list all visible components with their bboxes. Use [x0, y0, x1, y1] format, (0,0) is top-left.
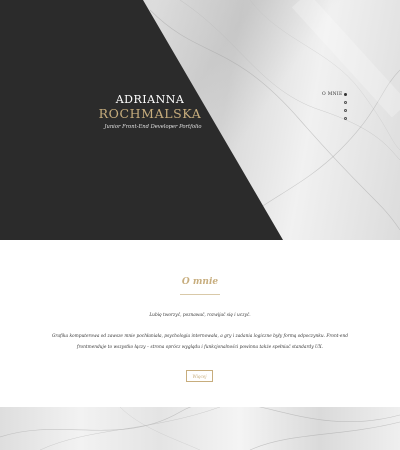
hero-section: ADRIANNA ROCHMALSKA Junior Front-End Dev…	[0, 0, 400, 240]
hero-first-name: ADRIANNA	[115, 93, 185, 106]
nav-item-3[interactable]	[322, 108, 350, 116]
nav-dot[interactable]	[344, 117, 347, 120]
heading-divider	[180, 294, 220, 295]
nav-dot-active[interactable]	[344, 93, 347, 96]
nav-item-about[interactable]: O MNIE	[322, 92, 350, 100]
nav-dot[interactable]	[344, 101, 347, 104]
nav-item-4[interactable]	[322, 116, 350, 124]
marble-texture-bottom	[0, 407, 400, 450]
section-dot-nav: O MNIE	[322, 92, 350, 124]
hero-title-block: ADRIANNA ROCHMALSKA Junior Front-End Dev…	[80, 93, 220, 130]
about-body-text: Grafika komputerowa od zawsze mnie pochł…	[52, 334, 348, 350]
about-lead-text: Lubię tworzyć, poznawać, rozwijać się i …	[149, 313, 251, 318]
hero-last-name: ROCHMALSKA	[98, 106, 202, 121]
nav-item-2[interactable]	[322, 100, 350, 108]
more-button[interactable]: Więcej	[186, 370, 213, 382]
nav-item-label: O MNIE	[322, 92, 343, 97]
about-section: O mnie Lubię tworzyć, poznawać, rozwijać…	[0, 240, 400, 407]
nav-dot[interactable]	[344, 109, 347, 112]
hero-tagline: Junior Front-End Developer Portfolio	[104, 124, 202, 130]
marble-strip	[0, 407, 400, 450]
about-heading: O mnie	[181, 277, 219, 287]
